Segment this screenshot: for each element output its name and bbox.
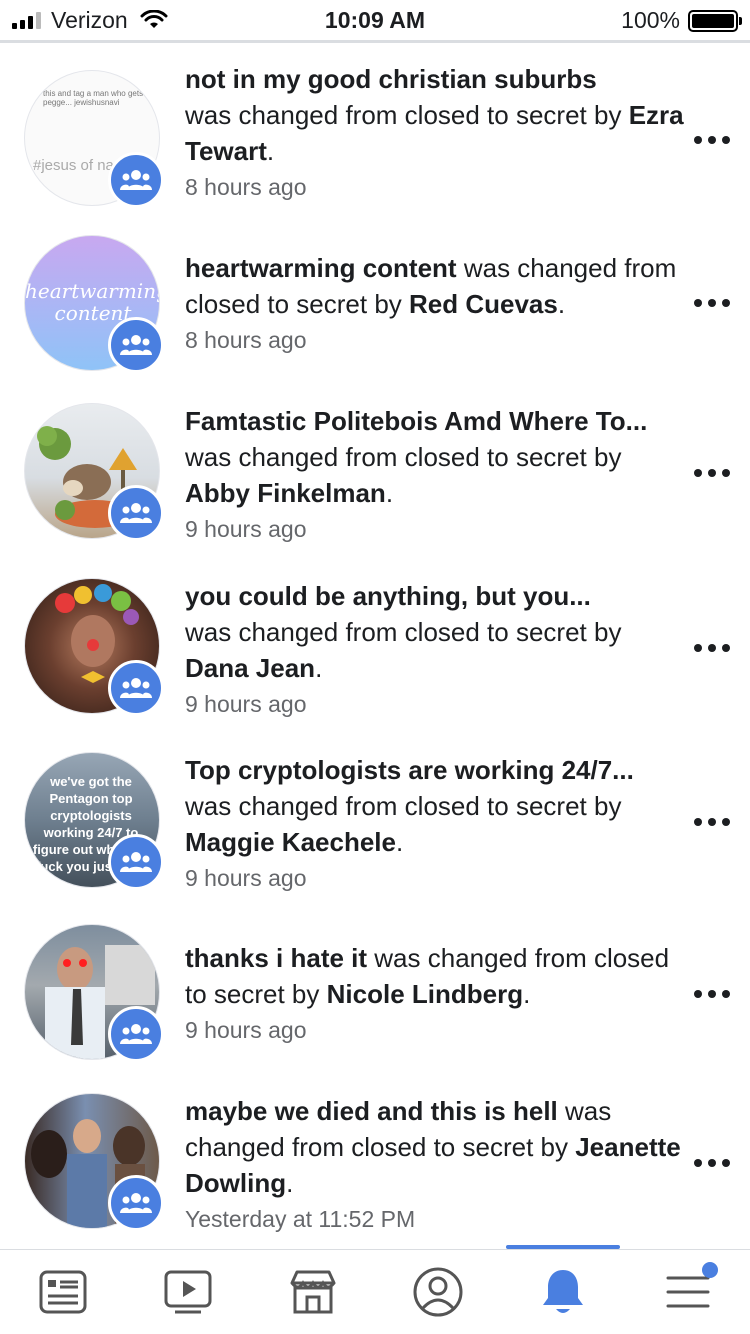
group-avatar[interactable]: this and tag a man who gets pegge... jew… xyxy=(24,70,164,208)
status-divider xyxy=(0,40,750,43)
tab-notifications[interactable] xyxy=(500,1250,625,1334)
group-name: not in my good christian suburbs xyxy=(185,64,597,94)
group-icon xyxy=(108,152,164,208)
notification-time: 9 hours ago xyxy=(185,865,307,891)
more-options-icon[interactable] xyxy=(694,130,730,150)
notification-item[interactable]: you could be anything, but you... was ch… xyxy=(0,578,750,753)
signal-strength-icon xyxy=(12,11,41,29)
group-icon xyxy=(108,1006,164,1062)
notification-text: Top cryptologists are working 24/7... wa… xyxy=(185,752,685,896)
menu-notification-dot xyxy=(702,1262,718,1278)
notification-text: thanks i hate it was changed from closed… xyxy=(185,940,685,1048)
notification-time: 9 hours ago xyxy=(185,1017,307,1043)
notification-time: Yesterday at 11:52 PM xyxy=(185,1206,416,1232)
group-icon xyxy=(108,485,164,541)
group-name: maybe we died and this is hell xyxy=(185,1096,558,1126)
more-options-icon[interactable] xyxy=(694,812,730,832)
marketplace-icon xyxy=(290,1270,335,1314)
group-name: thanks i hate it xyxy=(185,943,368,973)
group-icon xyxy=(108,834,164,890)
notification-item[interactable]: thanks i hate it was changed from closed… xyxy=(0,924,750,1094)
notification-item[interactable]: maybe we died and this is hell was chang… xyxy=(0,1093,750,1243)
tab-news-feed[interactable] xyxy=(0,1250,125,1334)
more-options-icon[interactable] xyxy=(694,293,730,313)
more-options-icon[interactable] xyxy=(694,638,730,658)
notification-item[interactable]: this and tag a man who gets pegge... jew… xyxy=(0,53,750,233)
user-name: Red Cuevas xyxy=(409,289,558,319)
user-name: Nicole Lindberg xyxy=(326,979,524,1009)
notification-action: was changed from closed to secret by xyxy=(185,100,622,130)
tab-marketplace[interactable] xyxy=(250,1250,375,1334)
group-avatar[interactable] xyxy=(24,403,164,541)
status-bar: Verizon 10:09 AM 100% xyxy=(0,0,750,40)
notification-time: 8 hours ago xyxy=(185,174,307,200)
news-feed-icon xyxy=(39,1270,86,1314)
group-name: heartwarming content xyxy=(185,253,457,283)
notification-item[interactable]: we've got the Pentagon top cryptologists… xyxy=(0,752,750,930)
notification-time: 9 hours ago xyxy=(185,691,307,717)
notification-text: heartwarming content was changed from cl… xyxy=(185,250,685,358)
group-avatar[interactable]: heartwarming content xyxy=(24,235,164,373)
wifi-icon xyxy=(140,10,168,28)
group-icon xyxy=(108,1175,164,1231)
tab-profile[interactable] xyxy=(375,1250,500,1334)
notification-time: 8 hours ago xyxy=(185,327,307,353)
status-left: Verizon xyxy=(12,7,168,33)
carrier-name: Verizon xyxy=(51,6,128,33)
notification-action: was changed from closed to secret by xyxy=(185,617,622,647)
more-options-icon[interactable] xyxy=(694,984,730,1004)
group-avatar[interactable]: we've got the Pentagon top cryptologists… xyxy=(24,752,164,890)
notification-text: maybe we died and this is hell was chang… xyxy=(185,1093,685,1237)
battery-icon xyxy=(688,9,742,32)
group-avatar[interactable] xyxy=(24,578,164,716)
group-name: Famtastic Politebois Amd Where To... xyxy=(185,406,648,436)
group-name: Top cryptologists are working 24/7... xyxy=(185,755,634,785)
more-options-icon[interactable] xyxy=(694,463,730,483)
notification-item[interactable]: Famtastic Politebois Amd Where To... was… xyxy=(0,403,750,578)
notification-action: was changed from closed to secret by xyxy=(185,442,622,472)
notification-text: Famtastic Politebois Amd Where To... was… xyxy=(185,403,685,547)
bottom-nav xyxy=(0,1250,750,1334)
tab-menu[interactable] xyxy=(625,1250,750,1334)
group-avatar[interactable] xyxy=(24,1093,164,1231)
notification-time: 9 hours ago xyxy=(185,516,307,542)
group-icon xyxy=(108,660,164,716)
watch-icon xyxy=(164,1270,211,1314)
notification-text: you could be anything, but you... was ch… xyxy=(185,578,685,722)
notification-action: was changed from closed to secret by xyxy=(185,791,622,821)
profile-icon xyxy=(413,1267,462,1317)
user-name: Maggie Kaechele xyxy=(185,827,396,857)
menu-icon xyxy=(666,1276,709,1308)
notification-text: not in my good christian suburbs was cha… xyxy=(185,61,685,205)
battery-percent: 100% xyxy=(621,7,680,33)
group-name: you could be anything, but you... xyxy=(185,581,591,611)
more-options-icon[interactable] xyxy=(694,1153,730,1173)
tab-watch[interactable] xyxy=(125,1250,250,1334)
status-right: 100% xyxy=(621,7,742,34)
user-name: Abby Finkelman xyxy=(185,478,386,508)
group-avatar[interactable] xyxy=(24,924,164,1062)
notification-item[interactable]: heartwarming content heartwarming conten… xyxy=(0,233,750,403)
group-icon xyxy=(108,317,164,373)
notifications-bell-icon xyxy=(542,1270,583,1313)
user-name: Dana Jean xyxy=(185,653,316,683)
